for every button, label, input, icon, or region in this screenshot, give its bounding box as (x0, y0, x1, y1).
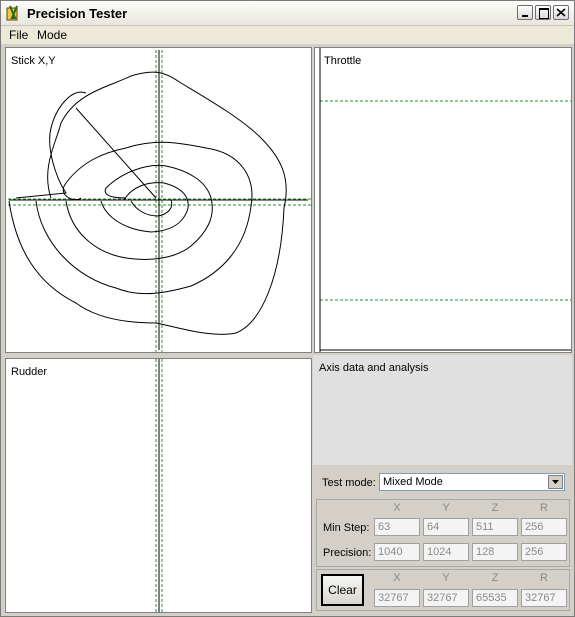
throttle-plot (319, 48, 571, 352)
throttle-panel: Throttle (314, 47, 572, 353)
min-step-header-r: R (540, 502, 548, 514)
clear-value-z: 65535 (472, 589, 518, 607)
min-step-y: 64 (423, 518, 469, 536)
analysis-label: Axis data and analysis (319, 362, 429, 374)
chevron-down-icon (552, 480, 559, 484)
maximize-button[interactable] (535, 5, 551, 20)
min-step-z: 511 (472, 518, 518, 536)
menu-file[interactable]: File (9, 28, 28, 42)
test-mode-select[interactable]: Mixed Mode (379, 473, 565, 491)
test-mode-label: Test mode: (322, 477, 376, 489)
stick-trace (8, 50, 308, 350)
minimize-button[interactable] (517, 5, 533, 20)
rudder-panel: Rudder (5, 358, 312, 613)
precision-x: 1040 (374, 543, 420, 561)
app-window: Precision Tester File Mode Stick X,Y Thr… (0, 0, 575, 617)
min-step-header-x: X (393, 502, 401, 514)
clear-header-y: Y (442, 572, 450, 584)
maximize-icon (539, 8, 549, 19)
dropdown-button[interactable] (548, 475, 563, 489)
minimize-icon (522, 15, 528, 17)
stick-xy-plot (8, 50, 311, 352)
precision-label: Precision: (323, 547, 372, 559)
clear-value-r: 32767 (521, 589, 567, 607)
title-bar[interactable]: Precision Tester (1, 1, 574, 26)
menu-bar: File Mode (1, 26, 574, 44)
precision-y: 1024 (423, 543, 469, 561)
precision-z: 128 (472, 543, 518, 561)
clear-header-r: R (540, 572, 548, 584)
rudder-plot (155, 359, 163, 612)
stick-xy-panel: Stick X,Y (5, 47, 312, 353)
menu-mode[interactable]: Mode (37, 28, 67, 42)
min-step-r: 256 (521, 518, 567, 536)
close-icon (556, 8, 566, 17)
close-button[interactable] (553, 5, 569, 20)
min-step-x: 63 (374, 518, 420, 536)
clear-button[interactable]: Clear (321, 574, 364, 606)
window-title: Precision Tester (27, 6, 128, 21)
analysis-area: Axis data and analysis (313, 355, 572, 465)
controls-area: Test mode: Mixed Mode X Y Z R Min Step: … (313, 465, 572, 613)
min-step-header-y: Y (442, 502, 450, 514)
clear-value-y: 32767 (423, 589, 469, 607)
app-icon (6, 5, 18, 21)
precision-r: 256 (521, 543, 567, 561)
throttle-guide-lines (320, 100, 571, 301)
clear-value-x: 32767 (374, 589, 420, 607)
min-step-header-z: Z (491, 502, 499, 514)
clear-header-x: X (393, 572, 401, 584)
test-mode-value: Mixed Mode (383, 476, 443, 488)
min-step-label: Min Step: (323, 522, 370, 534)
clear-header-z: Z (491, 572, 499, 584)
